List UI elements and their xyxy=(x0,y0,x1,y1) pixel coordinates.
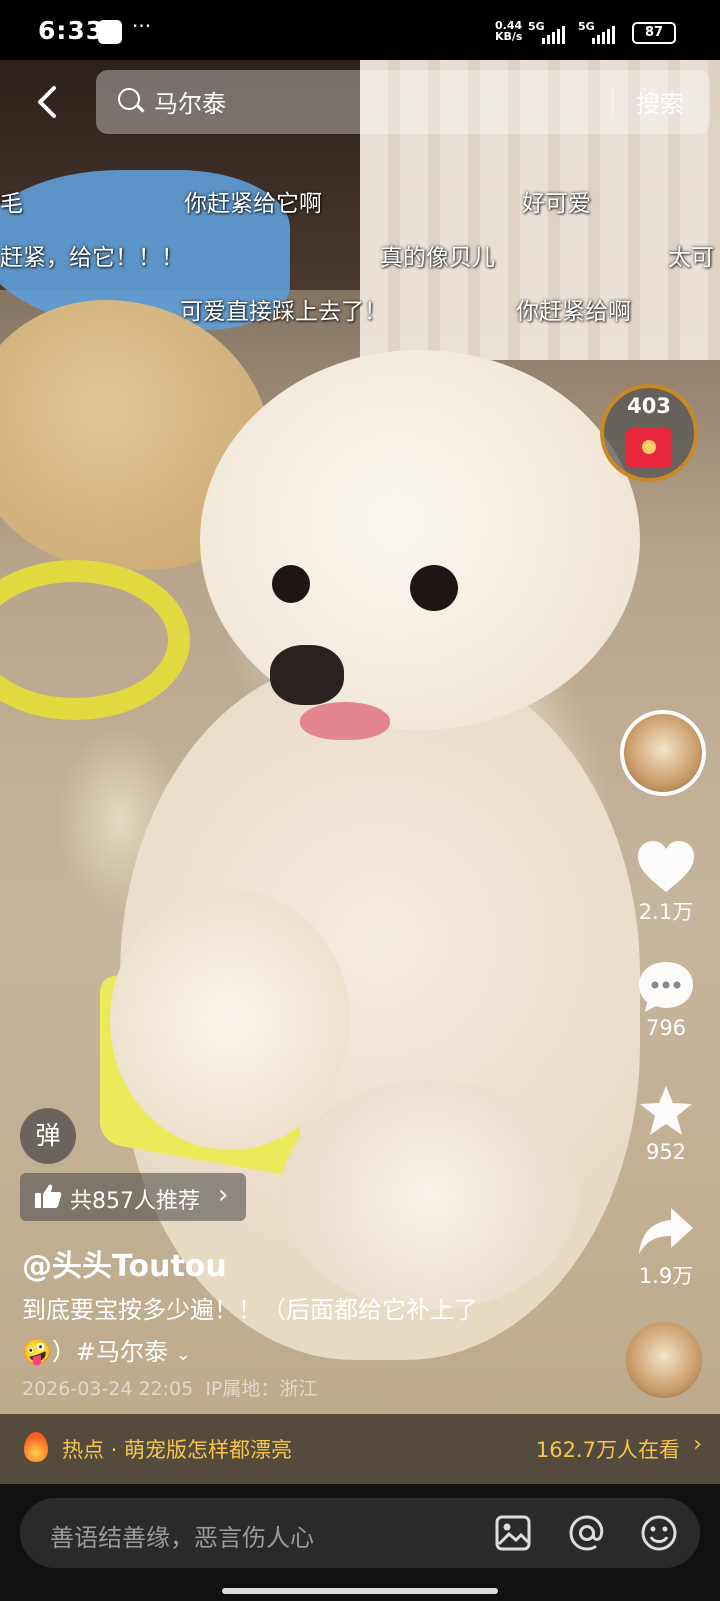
dog-paw-right xyxy=(280,1080,580,1310)
hot-topic-bar[interactable]: 热点 · 萌宠版怎样都漂亮 162.7万人在看 › xyxy=(0,1414,720,1484)
post-description: 到底要宝按多少遍！！（后面都给它补上了 🤪）#马尔泰 ⌄ xyxy=(22,1289,582,1376)
battery-icon: 87 xyxy=(632,22,676,44)
comment-button[interactable]: 796 xyxy=(618,960,714,1040)
dog-nose xyxy=(270,645,344,705)
share-count: 1.9万 xyxy=(638,1264,694,1288)
comment-icon xyxy=(639,962,693,1012)
hot-viewers: 162.7万人在看 xyxy=(535,1438,680,1462)
status-time: 6:33 xyxy=(38,16,105,45)
yellow-ring-toy xyxy=(0,560,190,720)
red-packet-count: 403 xyxy=(627,394,671,418)
star-icon xyxy=(640,1086,692,1135)
danmaku-item: 赶紧，给它！！！ xyxy=(0,245,184,271)
dog-eye-left xyxy=(272,565,310,603)
comment-placeholder: 善语结善缘，恶言伤人心 xyxy=(50,1524,314,1552)
share-button[interactable]: 1.9万 xyxy=(618,1206,714,1290)
red-envelope-icon xyxy=(626,428,672,468)
post-timestamp: 2026-03-24 22:05 xyxy=(22,1378,194,1400)
search-divider xyxy=(612,86,613,118)
danmaku-toggle-button[interactable]: 弹 xyxy=(20,1108,76,1164)
back-icon[interactable] xyxy=(28,82,68,122)
search-button[interactable]: 搜索 xyxy=(636,84,684,119)
favorite-count: 952 xyxy=(645,1140,687,1164)
dog-head xyxy=(200,350,640,730)
danmaku-item: 你赶紧给它啊 xyxy=(184,191,322,217)
music-disc[interactable] xyxy=(626,1322,702,1398)
thumb-up-icon xyxy=(35,1184,62,1208)
fire-icon xyxy=(24,1432,48,1462)
comment-input[interactable]: 善语结善缘，恶言伤人心 xyxy=(20,1498,700,1568)
description-line-1: 到底要宝按多少遍！！（后面都给它补上了 xyxy=(22,1296,478,1324)
recommend-button[interactable]: 共857人推荐 › xyxy=(20,1173,246,1221)
signal-icon-2 xyxy=(592,26,615,44)
danmaku-item: 毛 xyxy=(0,191,23,217)
app-notification-icon xyxy=(98,20,122,44)
search-box[interactable]: 马尔泰 搜索 xyxy=(96,70,710,134)
author-name[interactable]: @头头Toutou xyxy=(22,1241,227,1285)
danmaku-item: 好可爱 xyxy=(522,191,591,217)
like-count: 2.1万 xyxy=(638,900,694,924)
share-icon xyxy=(639,1208,693,1254)
danmaku-item: 可爱直接踩上去了！ xyxy=(180,299,387,325)
emoji-icon[interactable] xyxy=(640,1514,678,1552)
hot-topic-label: 热点 · 萌宠版怎样都漂亮 xyxy=(62,1438,293,1462)
chevron-right-icon: › xyxy=(693,1432,702,1457)
status-bar: 6:33 ··· 0.44 KB/s 5G 5G 87 xyxy=(0,0,720,60)
favorite-button[interactable]: 952 xyxy=(618,1084,714,1164)
search-icon xyxy=(118,88,140,110)
ip-location: IP属地：浙江 xyxy=(205,1378,318,1400)
comment-count: 796 xyxy=(645,1016,687,1040)
red-packet-widget[interactable]: 403 xyxy=(600,384,698,482)
dog-tongue xyxy=(300,702,390,740)
author-avatar[interactable] xyxy=(620,710,706,796)
search-query[interactable]: 马尔泰 xyxy=(154,84,226,119)
top-bar: 马尔泰 搜索 xyxy=(0,68,720,138)
more-dots: ··· xyxy=(132,14,152,38)
post-meta: 2026-03-24 22:05 IP属地：浙江 xyxy=(22,1374,317,1401)
dog-paw-left xyxy=(110,890,350,1150)
expand-chevron-icon[interactable]: ⌄ xyxy=(176,1344,191,1365)
heart-icon xyxy=(638,841,694,892)
description-line-2[interactable]: ）#马尔泰 xyxy=(52,1338,168,1366)
home-indicator xyxy=(222,1588,498,1594)
emoji: 🤪 xyxy=(22,1338,52,1366)
bottom-bar: 善语结善缘，恶言伤人心 xyxy=(0,1484,720,1601)
chevron-right-icon: › xyxy=(218,1180,229,1210)
danmaku-item: 太可 xyxy=(668,245,714,271)
at-icon[interactable] xyxy=(568,1514,606,1552)
net-speed: 0.44 KB/s xyxy=(495,19,523,43)
danmaku-item: 你赶紧给啊 xyxy=(516,299,631,325)
image-icon[interactable] xyxy=(494,1514,532,1552)
like-button[interactable]: 2.1万 xyxy=(618,840,714,926)
dog-eye-right xyxy=(410,565,458,611)
recommend-label: 共857人推荐 xyxy=(70,1189,200,1214)
danmaku-item: 真的像贝儿 xyxy=(380,245,495,271)
signal-icon xyxy=(542,26,565,44)
